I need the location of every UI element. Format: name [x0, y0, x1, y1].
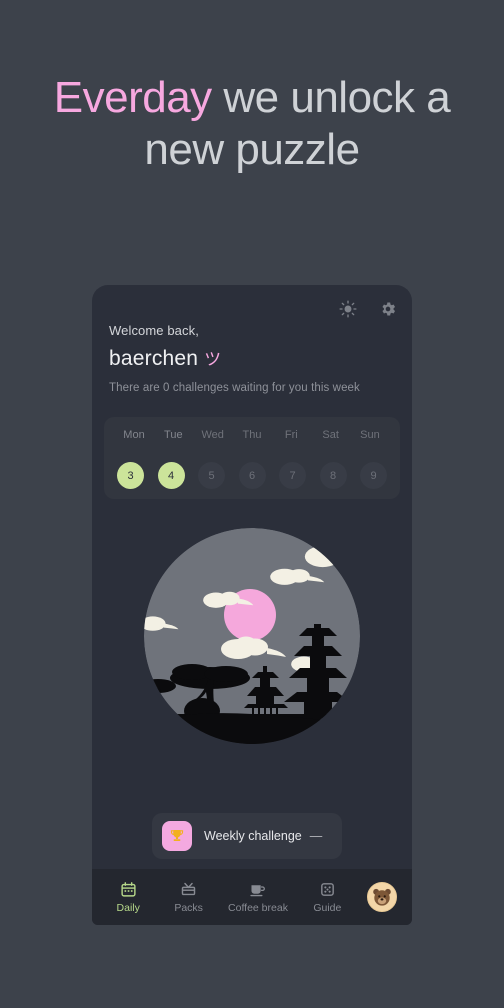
week-day-label: Thu [242, 429, 262, 441]
nav-item-coffee-break[interactable]: Coffee break [228, 881, 288, 914]
weekly-challenge-value: — [309, 829, 323, 843]
week-day-label: Wed [201, 429, 224, 441]
week-day-label: Tue [164, 429, 183, 441]
app-screen: Everday we unlock a new puzzle Welcome b… [0, 0, 504, 1008]
week-day-6[interactable]: 6 [238, 462, 266, 489]
week-day-9[interactable]: 9 [360, 462, 387, 489]
page-title: Everday we unlock a new puzzle [0, 72, 504, 176]
calendar-icon [120, 881, 137, 899]
weekly-challenge-button[interactable]: Weekly challenge — [152, 813, 342, 859]
week-day-7[interactable]: 7 [279, 462, 306, 489]
week-strip: Mon Tue Wed Thu Fri Sat Sun 3 4 5 6 7 8 … [104, 417, 400, 499]
app-card: Welcome back, baerchen ツ There are 0 chal… [92, 285, 412, 925]
week-day-labels: Mon Tue Wed Thu Fri Sat Sun [112, 429, 392, 441]
week-day-circles: 3 4 5 6 7 8 9 [112, 462, 392, 489]
week-day-label: Sat [322, 429, 339, 441]
headline-accent-word: Everday [53, 73, 212, 122]
challenges-subtitle: There are 0 challenges waiting for you t… [109, 382, 360, 394]
nav-item-guide[interactable]: Guide [306, 881, 348, 914]
nav-label-guide: Guide [313, 901, 342, 914]
week-day-label: Mon [123, 429, 145, 441]
bottom-nav: Daily Packs Coffee break Guide [92, 869, 412, 925]
brightness-icon[interactable] [336, 297, 360, 321]
dice-icon [319, 881, 336, 899]
week-day-5[interactable]: 5 [198, 462, 225, 489]
card-top-icons [336, 297, 400, 321]
welcome-text: Welcome back, [109, 323, 199, 338]
week-day-label: Sun [360, 429, 380, 441]
trophy-icon [162, 821, 192, 851]
weekly-challenge-label: Weekly challenge [204, 829, 302, 843]
avatar[interactable] [366, 882, 397, 912]
nav-label-packs: Packs [174, 901, 203, 914]
greeting-block: Welcome back, baerchen ツ There are 0 chal… [109, 323, 395, 394]
week-day-8[interactable]: 8 [319, 462, 347, 489]
username-row: baerchen ツ [109, 345, 395, 371]
nav-item-daily[interactable]: Daily [107, 881, 149, 914]
nav-item-packs[interactable]: Packs [168, 881, 210, 914]
username: baerchen [109, 347, 199, 370]
week-day-4[interactable]: 4 [157, 462, 185, 489]
nav-label-daily: Daily [116, 901, 140, 914]
japanese-night-scene-illustration [144, 528, 360, 744]
username-emoji: ツ [204, 350, 222, 369]
week-day-label: Fri [284, 429, 298, 441]
coffee-cup-icon [249, 881, 266, 899]
settings-gear-icon[interactable] [376, 297, 400, 321]
gift-box-icon [180, 881, 197, 899]
week-day-3[interactable]: 3 [117, 462, 144, 489]
nav-label-coffee-break: Coffee break [228, 901, 288, 914]
